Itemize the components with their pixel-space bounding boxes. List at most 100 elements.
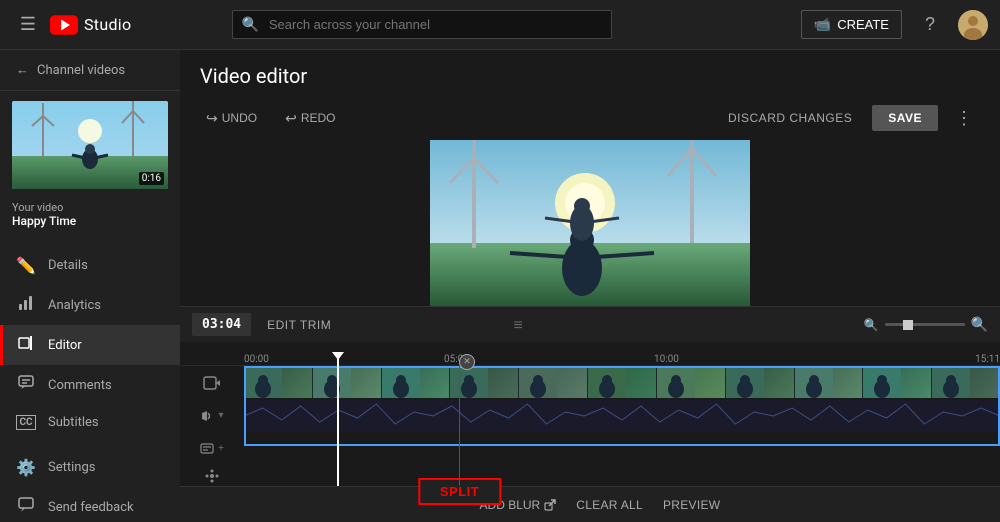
discard-button[interactable]: DISCARD CHANGES [718,105,862,131]
details-label: Details [48,258,88,273]
video-track [244,367,1000,398]
sidebar-item-settings[interactable]: ⚙️ Settings [0,448,180,487]
comments-label: Comments [48,378,112,393]
timeline-controls: 03:04 EDIT TRIM ≡ 🔍 🔍 [180,306,1000,342]
studio-label: Studio [84,15,131,34]
help-button[interactable]: ? [914,9,946,41]
analytics-icon [16,295,36,315]
film-frames [244,367,1000,398]
external-link-icon [544,499,556,511]
video-preview [430,140,750,306]
sidebar-item-analytics[interactable]: Analytics [0,285,180,325]
sidebar-item-feedback[interactable]: Send feedback [0,487,180,522]
playhead [337,354,339,378]
film-frame [450,367,519,398]
avatar[interactable] [958,10,988,40]
drag-handle: ≡ [514,315,523,335]
thumb-duration: 0:16 [139,172,164,185]
camera-icon: 📹 [814,16,831,33]
audio-expand-icon[interactable]: ▾ [218,410,223,421]
video-title: Happy Time [12,214,168,228]
ruler-mark-0: 00:00 [244,354,269,365]
track-icons: ▾ + [180,366,244,486]
zoom-in-icon: 🔍 [971,317,988,333]
menu-icon[interactable]: ☰ [12,9,44,41]
ruler-mark-end: 15:11 [975,354,1000,365]
zoom-thumb [903,320,913,330]
undo-label: UNDO [222,111,257,125]
topbar-logo: ☰ Studio [12,9,131,41]
subtitle-track-icon: + [180,432,244,465]
film-frame [863,367,932,398]
topbar: ☰ Studio 🔍 📹 CREATE ? [0,0,1000,50]
search-bar: 🔍 [232,10,612,39]
editor-label: Editor [48,338,82,353]
content-area: Video editor ↩ UNDO ↩ REDO DISCARD CHANG… [180,50,1000,522]
film-frame [795,367,864,398]
sidebar: ← Channel videos [0,50,180,522]
settings-label: Settings [48,460,95,475]
playhead-line [337,366,339,486]
film-frame [588,367,657,398]
zoom-controls: 🔍 🔍 [864,317,988,333]
redo-button[interactable]: ↩ REDO [279,106,341,131]
subtitles-label: Subtitles [48,415,99,430]
search-input[interactable] [232,10,612,39]
film-frame [382,367,451,398]
settings-icon: ⚙️ [16,458,36,477]
editor-header: Video editor [180,50,1000,96]
bottom-actions: SPLIT ADD BLUR CLEAR ALL PREVIEW [180,486,1000,522]
subtitle-add-icon[interactable]: + [218,443,224,454]
video-info: Your video Happy Time [0,195,180,238]
sidebar-item-details[interactable]: ✏️ Details [0,246,180,285]
sidebar-item-comments[interactable]: Comments [0,365,180,405]
audio-track-icon: ▾ [180,399,244,432]
clear-all-button[interactable]: CLEAR ALL [576,498,643,512]
save-button[interactable]: SAVE [872,105,938,131]
sidebar-item-editor[interactable]: Editor [0,325,180,365]
film-strip [244,367,1000,398]
create-label: CREATE [837,17,889,32]
film-frame [657,367,726,398]
effects-track [244,467,1000,485]
main-layout: ← Channel videos [0,50,1000,522]
youtube-logo [50,15,78,35]
video-thumbnail: 0:16 [12,101,168,189]
redo-label: REDO [301,111,336,125]
analytics-label: Analytics [48,298,101,313]
timeline-ruler: ✕ 00:00 05:00 10:00 15:11 [180,342,1000,366]
film-frame [244,367,313,398]
editor-toolbar: ↩ UNDO ↩ REDO DISCARD CHANGES SAVE ⋮ [180,96,1000,140]
preview-button[interactable]: PREVIEW [663,498,720,512]
split-circle: ✕ [459,354,475,370]
feedback-label: Send feedback [48,500,134,515]
more-options-button[interactable]: ⋮ [948,102,980,134]
playhead-arrow [332,352,344,360]
preview-area [180,140,1000,306]
sidebar-back[interactable]: ← Channel videos [0,50,180,91]
topbar-right: 📹 CREATE ? [801,9,988,41]
details-icon: ✏️ [16,256,36,275]
back-arrow-icon: ← [16,62,29,78]
subtitle-track [244,434,1000,465]
split-marker: ✕ [459,354,475,370]
undo-button[interactable]: ↩ UNDO [200,106,263,131]
edit-trim-button[interactable]: EDIT TRIM [259,314,339,336]
timeline-area: ✕ 00:00 05:00 10:00 15:11 ▾ [180,342,1000,486]
film-frame [313,367,382,398]
editor-title: Video editor [200,64,980,88]
create-button[interactable]: 📹 CREATE [801,10,902,39]
redo-icon: ↩ [285,110,297,127]
film-frame [726,367,795,398]
split-line [459,366,460,486]
video-label: Your video [12,201,168,214]
zoom-out-icon: 🔍 [864,318,879,332]
film-frame [932,367,1000,398]
search-icon: 🔍 [242,17,259,33]
effects-track-icon [180,465,244,486]
editor-icon [16,335,36,355]
toolbar-right: DISCARD CHANGES SAVE ⋮ [718,102,980,134]
film-frame [519,367,588,398]
sidebar-item-subtitles[interactable]: CC Subtitles [0,405,180,440]
zoom-slider[interactable] [885,323,965,326]
